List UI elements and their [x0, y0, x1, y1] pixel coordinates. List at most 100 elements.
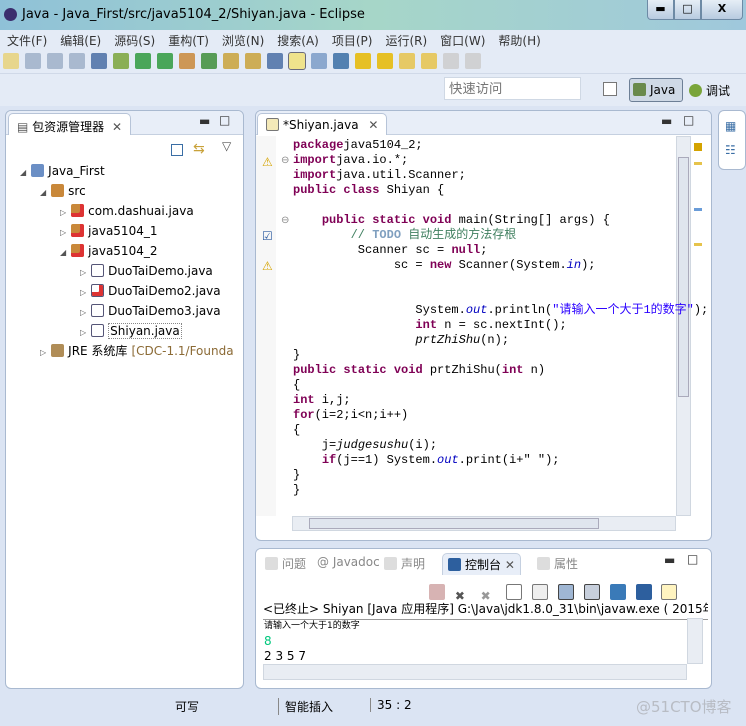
tab-package-explorer[interactable]: ▤ 包资源管理器 ✕	[8, 113, 132, 135]
show-on-stdout-icon[interactable]	[558, 584, 575, 600]
toolbar-icon[interactable]	[157, 53, 173, 69]
expand-toggle-icon[interactable]: ▷	[80, 288, 86, 297]
toolbar-icon[interactable]	[443, 53, 459, 69]
code-line[interactable]: {	[293, 378, 300, 393]
maximize-view-icon[interactable]: □	[683, 113, 694, 127]
code-line[interactable]: System.out.println("请输入一个大于1的数字");	[293, 303, 708, 318]
expand-toggle-icon[interactable]: ▷	[60, 228, 66, 237]
console-horizontal-scrollbar[interactable]	[263, 664, 687, 680]
code-line[interactable]: }	[293, 348, 300, 363]
code-line[interactable]: }	[293, 468, 300, 483]
menu-item[interactable]: 重构(T)	[161, 30, 215, 49]
code-line[interactable]: prtZhiShu(n);	[293, 333, 509, 348]
toolbar-icon[interactable]	[245, 53, 261, 69]
minimize-view-icon[interactable]: ▬	[664, 553, 675, 567]
maximize-view-icon[interactable]: □	[219, 113, 230, 127]
toolbar-icon[interactable]	[25, 53, 41, 69]
toolbar-icon[interactable]	[91, 53, 107, 69]
maximize-button[interactable]: □	[674, 0, 701, 20]
tree-item[interactable]: ▷ DuoTaiDemo3.java	[80, 301, 221, 321]
toolbar-icon[interactable]	[355, 53, 371, 69]
minimize-button[interactable]: ▬	[647, 0, 674, 20]
toolbar-icon[interactable]	[3, 53, 19, 69]
tree-item[interactable]: ▷ DuoTaiDemo2.java	[80, 281, 221, 301]
toolbar-icon[interactable]	[69, 53, 85, 69]
vertical-scrollbar[interactable]	[676, 136, 691, 516]
terminate-icon[interactable]	[429, 584, 445, 600]
fold-icon[interactable]: ⊖	[281, 215, 289, 226]
tree-item[interactable]: ◢ src	[40, 181, 86, 201]
collapse-all-icon[interactable]	[171, 144, 183, 156]
code-line[interactable]: int i,j;	[293, 393, 351, 408]
java-perspective-button[interactable]: Java	[629, 78, 683, 102]
maximize-view-icon[interactable]: □	[687, 552, 698, 566]
code-line[interactable]: j=judgesushu(i);	[293, 438, 437, 453]
tab-shiyan-java[interactable]: *Shiyan.java ✕	[257, 113, 388, 135]
view-menu-icon[interactable]: ▽	[222, 139, 231, 153]
code-line[interactable]: sc = new Scanner(System.in);	[293, 258, 596, 273]
close-icon[interactable]: ✕	[112, 120, 122, 134]
menu-item[interactable]: 文件(F)	[0, 30, 53, 49]
show-on-stderr-icon[interactable]	[583, 584, 600, 600]
toolbar-icon[interactable]	[465, 53, 481, 69]
tree-item[interactable]: ▷ DuoTaiDemo.java	[80, 261, 213, 281]
tree-item[interactable]: ▷ com.dashuai.java	[60, 201, 194, 221]
horizontal-scrollbar[interactable]	[292, 516, 676, 531]
tab-declaration[interactable]: 声明	[379, 553, 430, 575]
tab-problems[interactable]: 问题	[260, 553, 311, 575]
tab-console[interactable]: 控制台 ✕	[442, 553, 521, 575]
code-line[interactable]: {	[293, 423, 300, 438]
expand-toggle-icon[interactable]: ▷	[80, 328, 86, 337]
open-console-icon[interactable]	[661, 584, 678, 600]
menu-item[interactable]: 编辑(E)	[53, 30, 107, 49]
open-perspective-icon[interactable]	[603, 82, 617, 96]
code-line[interactable]: public static void main(String[] args) {	[293, 213, 610, 228]
code-line[interactable]: packagejava5104_2;	[293, 138, 423, 153]
toolbar-icon[interactable]	[288, 52, 306, 70]
close-icon[interactable]: ✕	[368, 118, 378, 132]
toolbar-icon[interactable]	[223, 53, 239, 69]
outline-icon[interactable]: ▦	[725, 119, 736, 133]
clear-console-icon[interactable]	[506, 584, 523, 600]
toolbar-icon[interactable]	[47, 53, 63, 69]
fold-icon[interactable]: ⊖	[281, 155, 289, 166]
warning-marker[interactable]	[694, 143, 702, 151]
task-marker[interactable]	[694, 208, 702, 211]
console-vertical-scrollbar[interactable]	[687, 618, 703, 664]
tree-item[interactable]: ▷ java5104_1	[60, 221, 157, 241]
toolbar-icon[interactable]	[267, 53, 283, 69]
toolbar-icon[interactable]	[201, 53, 217, 69]
code-line[interactable]: public class Shiyan {	[293, 183, 444, 198]
scroll-lock-icon[interactable]	[532, 584, 549, 600]
console-output[interactable]: 请输入一个大于1的数字 8 2 3 5 7	[264, 619, 360, 664]
code-line[interactable]: importjava.util.Scanner;	[293, 168, 466, 183]
tree-item[interactable]: ◢ Java_First	[20, 161, 105, 181]
toolbar-icon[interactable]	[377, 53, 393, 69]
warning-marker[interactable]	[694, 162, 702, 165]
close-icon[interactable]: ✕	[501, 558, 515, 572]
tree-item[interactable]: ▷ JRE 系统库 [CDC-1.1/Founda	[40, 341, 234, 361]
toolbar-icon[interactable]	[399, 53, 415, 69]
expand-toggle-icon[interactable]: ◢	[60, 248, 66, 257]
close-button[interactable]: X	[701, 0, 743, 20]
menu-item[interactable]: 项目(P)	[325, 30, 379, 49]
display-console-icon[interactable]	[635, 584, 652, 600]
menu-item[interactable]: 浏览(N)	[215, 30, 270, 49]
minimize-view-icon[interactable]: ▬	[661, 114, 672, 128]
toolbar-icon[interactable]	[421, 53, 437, 69]
tab-properties[interactable]: 属性	[532, 553, 583, 575]
code-line[interactable]: }	[293, 483, 300, 498]
expand-toggle-icon[interactable]: ▷	[60, 208, 66, 217]
minimize-view-icon[interactable]: ▬	[199, 114, 210, 128]
menu-item[interactable]: 窗口(W)	[433, 30, 491, 49]
menu-item[interactable]: 帮助(H)	[491, 30, 546, 49]
tree-item[interactable]: ◢ java5104_2	[60, 241, 157, 261]
menu-item[interactable]: 运行(R)	[378, 30, 433, 49]
pin-console-icon[interactable]	[609, 584, 626, 600]
code-line[interactable]: if(j==1) System.out.print(i+" ");	[293, 453, 560, 468]
expand-toggle-icon[interactable]: ▷	[40, 348, 46, 357]
task-list-icon[interactable]: ☷	[725, 143, 736, 157]
code-line[interactable]: // TODO 自动生成的方法存根	[293, 228, 517, 243]
expand-toggle-icon[interactable]: ◢	[40, 188, 46, 197]
tab-javadoc[interactable]: @ Javadoc	[312, 553, 385, 575]
